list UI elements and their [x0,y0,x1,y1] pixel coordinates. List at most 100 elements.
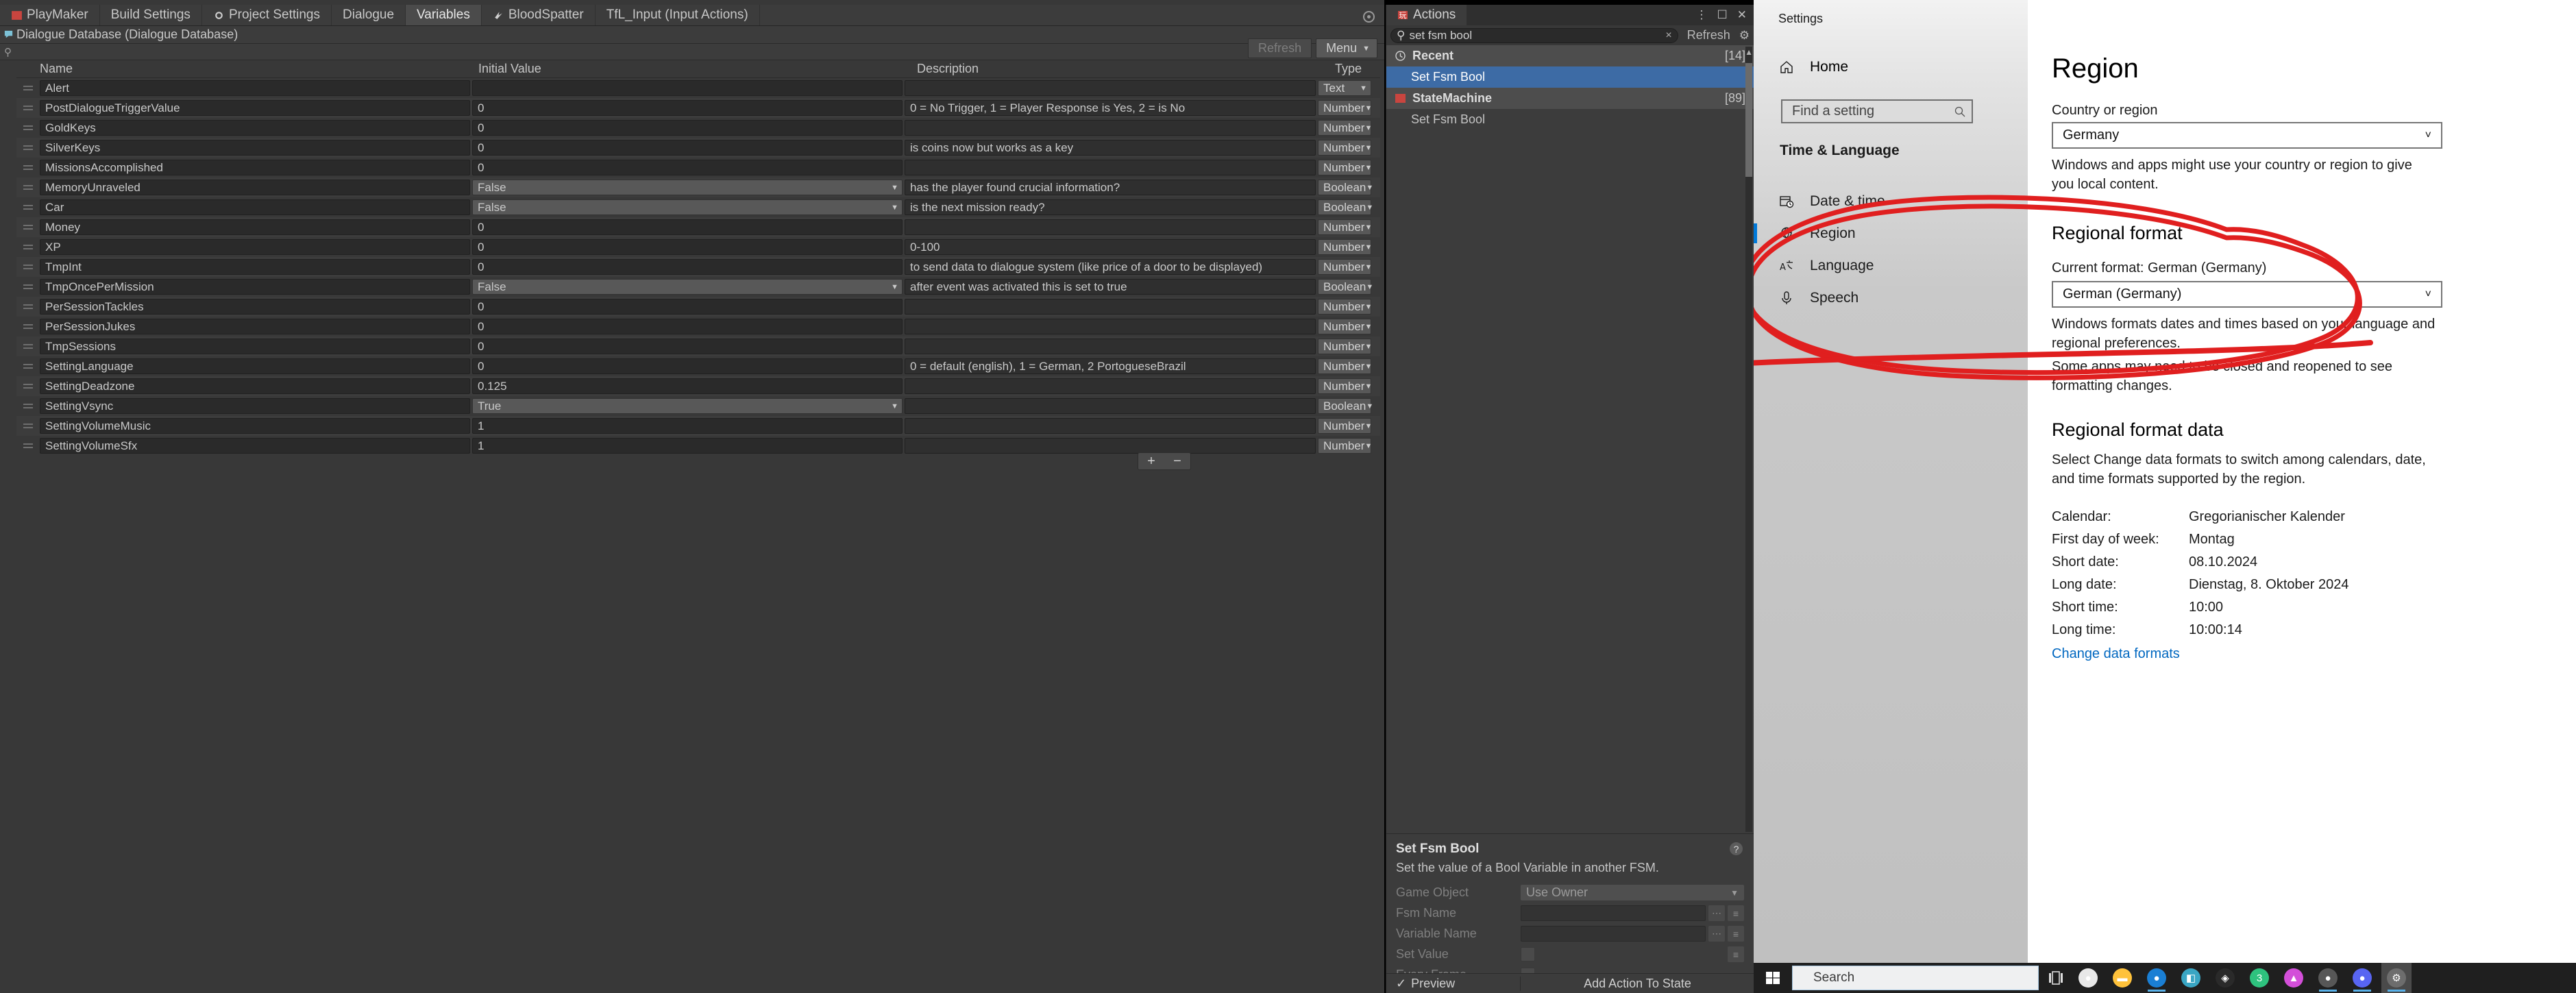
column-header-description[interactable]: Description [917,62,1335,76]
variable-name-field[interactable]: MissionsAccomplished [40,160,470,175]
variable-description-field[interactable] [905,219,1316,235]
variable-initial-value-field[interactable]: 1 [472,438,903,454]
variable-initial-value-field[interactable]: 0.125 [472,378,903,394]
tab-project-settings[interactable]: Project Settings [202,5,332,25]
tab-variables[interactable]: Variables [406,5,482,25]
variable-description-field[interactable] [905,398,1316,414]
app-teal-icon[interactable]: ◧ [2176,963,2206,993]
variable-type-dropdown[interactable]: Number ▼ [1318,378,1372,394]
variable-initial-value-field[interactable]: 0 [472,160,903,175]
column-header-initial-value[interactable]: Initial Value [478,62,917,76]
table-row[interactable]: TmpSessions 0 Number ▼ [16,336,1380,356]
app-magenta-icon[interactable]: ▲ [2279,963,2309,993]
country-or-region-dropdown[interactable]: Germany ˅ [2052,122,2442,149]
drag-handle-icon[interactable] [16,125,40,130]
drag-handle-icon[interactable] [16,145,40,150]
sidebar-item-speech[interactable]: Speech [1754,282,2028,314]
variable-name-field[interactable]: Car [40,199,470,215]
variable-name-field[interactable]: SettingVolumeSfx [40,438,470,454]
drag-handle-icon[interactable] [16,205,40,210]
browser-blue-icon[interactable]: ● [2142,963,2172,993]
table-row[interactable]: SettingVolumeMusic 1 Number ▼ [16,416,1380,436]
variable-description-field[interactable]: after event was activated this is set to… [905,279,1316,295]
table-row[interactable]: SettingLanguage 0 0 = default (english), 1… [16,356,1380,376]
drag-handle-icon[interactable] [16,443,40,448]
action-list-item[interactable]: Set Fsm Bool [1386,66,1754,88]
sidebar-item-region[interactable]: Region [1754,217,2028,249]
variable-description-field[interactable]: 0 = No Trigger, 1 = Player Response is Y… [905,100,1316,116]
variable-description-field[interactable] [905,378,1316,394]
variable-description-field[interactable] [905,339,1316,354]
variable-initial-value-field[interactable]: 0 [472,239,903,255]
variable-initial-value-field[interactable]: 0 [472,219,903,235]
preview-toggle[interactable]: ✓ Preview [1386,977,1520,991]
more-options-icon[interactable]: ⋮ [1696,8,1708,22]
tab-dialogue[interactable]: Dialogue [332,5,406,25]
variable-name-field[interactable]: SettingLanguage [40,358,470,374]
variable-description-field[interactable]: has the player found crucial information… [905,180,1316,195]
variable-description-field[interactable]: 0 = default (english), 1 = German, 2 Por… [905,358,1316,374]
variable-type-dropdown[interactable]: Number ▼ [1318,418,1372,434]
scroll-up-icon[interactable]: ▲ [1745,47,1753,57]
variable-name-field[interactable]: SettingVolumeMusic [40,418,470,434]
drag-handle-icon[interactable] [16,165,40,170]
table-row[interactable]: XP 0 0-100 Number ▼ [16,237,1380,257]
table-row[interactable]: Alert Text ▼ [16,78,1380,98]
variable-name-field[interactable]: XP [40,239,470,255]
table-row[interactable]: MissionsAccomplished 0 Number ▼ [16,158,1380,177]
variable-name-field[interactable]: Alert [40,80,470,96]
chrome-icon[interactable]: ● [2073,963,2103,993]
action-group-statemachine[interactable]: StateMachine [89] [1386,88,1754,109]
drag-handle-icon[interactable] [16,245,40,249]
table-row[interactable]: SilverKeys 0 is coins now but works as a k… [16,138,1380,158]
action-group-recent[interactable]: Recent [14] [1386,45,1754,66]
table-row[interactable]: SettingDeadzone 0.125 Number ▼ [16,376,1380,396]
tab-tfl-input-input-actions[interactable]: TfL_Input (Input Actions) [596,5,760,25]
variables-search-bar[interactable]: ⚲ [0,44,1384,60]
add-remove-variable-controls[interactable]: + − [1138,452,1191,470]
variable-type-dropdown[interactable]: Boolean ▼ [1318,398,1373,414]
variable-name-field[interactable]: TmpOncePerMission [40,279,470,295]
variable-name-field[interactable]: SettingVsync [40,398,470,414]
tab-bloodspatter[interactable]: BloodSpatter [482,5,596,25]
refresh-button[interactable]: Refresh [1248,38,1312,58]
close-icon[interactable]: ✕ [1737,8,1747,22]
drag-handle-icon[interactable] [16,424,40,428]
drag-handle-icon[interactable] [16,225,40,230]
actions-refresh-button[interactable]: Refresh [1683,28,1734,42]
variable-description-field[interactable] [905,438,1316,454]
variable-type-dropdown[interactable]: Number ▼ [1318,438,1372,454]
variable-description-field[interactable] [905,120,1316,136]
table-row[interactable]: SettingVsync True ▼ Boolean ▼ [16,396,1380,416]
taskbar-search-input[interactable]: Search [1792,966,2039,990]
table-row[interactable]: MemoryUnraveled False ▼ has the player foun… [16,177,1380,197]
sidebar-item-language[interactable]: A Language [1754,249,2028,282]
file-explorer-icon[interactable]: ▬ [2107,963,2137,993]
actions-scrollbar-thumb[interactable] [1745,63,1752,177]
variable-initial-value-field[interactable]: False ▼ [472,180,903,195]
variable-initial-value-field[interactable]: False ▼ [472,199,903,215]
drag-handle-icon[interactable] [16,344,40,349]
action-list-item[interactable]: Set Fsm Bool [1386,109,1754,130]
table-row[interactable]: TmpInt 0 to send data to dialogue system (… [16,257,1380,277]
variable-description-field[interactable]: is coins now but works as a key [905,140,1316,156]
variable-initial-value-field[interactable]: True ▼ [472,398,903,414]
variable-description-field[interactable] [905,160,1316,175]
variable-description-field[interactable] [905,80,1316,96]
variable-initial-value-field[interactable]: False ▼ [472,279,903,295]
variable-type-dropdown[interactable]: Text ▼ [1318,80,1371,96]
menu-button[interactable]: Menu ▼ [1316,38,1377,58]
drag-handle-icon[interactable] [16,404,40,408]
variable-name-field[interactable]: MemoryUnraveled [40,180,470,195]
table-row[interactable]: PerSessionJukes 0 Number ▼ [16,317,1380,336]
task-view-button[interactable] [2039,971,2073,985]
variable-name-field[interactable]: PerSessionTackles [40,299,470,315]
variable-name-field[interactable]: TmpInt [40,259,470,275]
variable-type-dropdown[interactable]: Number ▼ [1318,100,1372,116]
drag-handle-icon[interactable] [16,86,40,90]
start-button[interactable] [1754,970,1792,986]
drag-handle-icon[interactable] [16,284,40,289]
add-variable-button[interactable]: + [1147,454,1155,469]
inspector-target-icon[interactable] [1363,11,1375,23]
variable-initial-value-field[interactable] [472,80,903,96]
